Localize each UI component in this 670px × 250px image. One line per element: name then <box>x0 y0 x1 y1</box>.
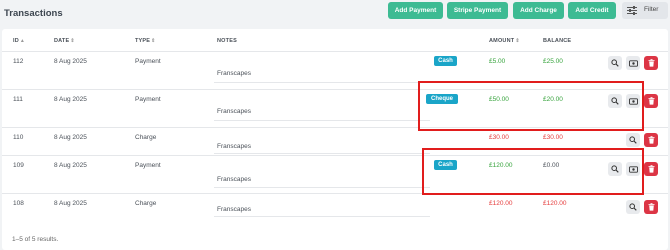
row-notes: Franscapes <box>217 108 251 115</box>
trash-icon <box>648 203 654 211</box>
transactions-table: ID▲ DATE⇕ TYPE⇕ NOTES AMOUNT⇕ BALANCE 11… <box>2 29 668 250</box>
row-id: 112 <box>13 58 24 65</box>
row-balance: £25.00 <box>543 58 563 65</box>
table-row: 108 8 Aug 2025 Charge £120.00 £120.00 Fr… <box>2 194 668 228</box>
add-credit-button[interactable]: Add Credit <box>568 2 616 19</box>
column-header-type[interactable]: TYPE⇕ <box>135 38 156 44</box>
search-icon <box>629 203 637 211</box>
row-type: Payment <box>135 58 161 65</box>
pagination-summary: 1–5 of 5 results. <box>12 236 59 243</box>
delete-button[interactable] <box>644 133 658 147</box>
delete-button[interactable] <box>644 162 658 176</box>
annotation-highlight-box <box>418 81 644 131</box>
receipt-button[interactable] <box>626 56 640 70</box>
row-date: 8 Aug 2025 <box>54 96 87 103</box>
row-amount: £120.00 <box>489 200 513 207</box>
column-header-amount[interactable]: AMOUNT⇕ <box>489 38 520 44</box>
row-id: 111 <box>13 96 23 103</box>
row-date: 8 Aug 2025 <box>54 58 87 65</box>
view-button[interactable] <box>626 133 640 147</box>
row-notes: Franscapes <box>217 206 251 213</box>
row-type: Charge <box>135 134 157 141</box>
row-id: 108 <box>13 200 24 207</box>
filter-label: Filter <box>644 6 659 13</box>
trash-icon <box>648 165 654 173</box>
row-balance: £120.00 <box>543 200 567 207</box>
view-button[interactable] <box>608 56 622 70</box>
row-date: 8 Aug 2025 <box>54 134 87 141</box>
sliders-icon <box>627 6 637 15</box>
delete-button[interactable] <box>644 200 658 214</box>
page-title: Transactions <box>4 8 63 19</box>
stripe-payment-button[interactable]: Stripe Payment <box>447 2 508 19</box>
row-id: 110 <box>13 134 24 141</box>
add-payment-button[interactable]: Add Payment <box>388 2 443 19</box>
row-notes: Franscapes <box>217 143 251 150</box>
row-date: 8 Aug 2025 <box>54 162 87 169</box>
column-header-id[interactable]: ID▲ <box>13 38 25 44</box>
add-charge-button[interactable]: Add Charge <box>513 2 564 19</box>
annotation-highlight-box <box>422 148 644 195</box>
row-type: Payment <box>135 96 161 103</box>
filter-button[interactable]: Filter <box>622 2 668 19</box>
row-type: Payment <box>135 162 161 169</box>
column-header-balance: BALANCE <box>543 38 572 44</box>
column-header-date[interactable]: DATE⇕ <box>54 38 75 44</box>
trash-icon <box>648 59 654 67</box>
row-notes: Franscapes <box>217 176 251 183</box>
delete-button[interactable] <box>644 94 658 108</box>
page-header: Transactions Add Payment Stripe Payment … <box>0 0 670 28</box>
search-icon <box>611 59 619 67</box>
row-balance: £30.00 <box>543 134 563 141</box>
view-button[interactable] <box>626 200 640 214</box>
payment-method-badge: Cash <box>434 56 457 66</box>
money-icon <box>628 59 638 67</box>
row-notes: Franscapes <box>217 70 251 77</box>
row-amount: £30.00 <box>489 134 509 141</box>
row-type: Charge <box>135 200 157 207</box>
delete-button[interactable] <box>644 56 658 70</box>
column-header-notes: NOTES <box>217 38 237 44</box>
row-id: 109 <box>13 162 24 169</box>
trash-icon <box>648 136 654 144</box>
row-date: 8 Aug 2025 <box>54 200 87 207</box>
row-amount: £5.00 <box>489 58 506 65</box>
trash-icon <box>648 97 654 105</box>
search-icon <box>629 136 637 144</box>
